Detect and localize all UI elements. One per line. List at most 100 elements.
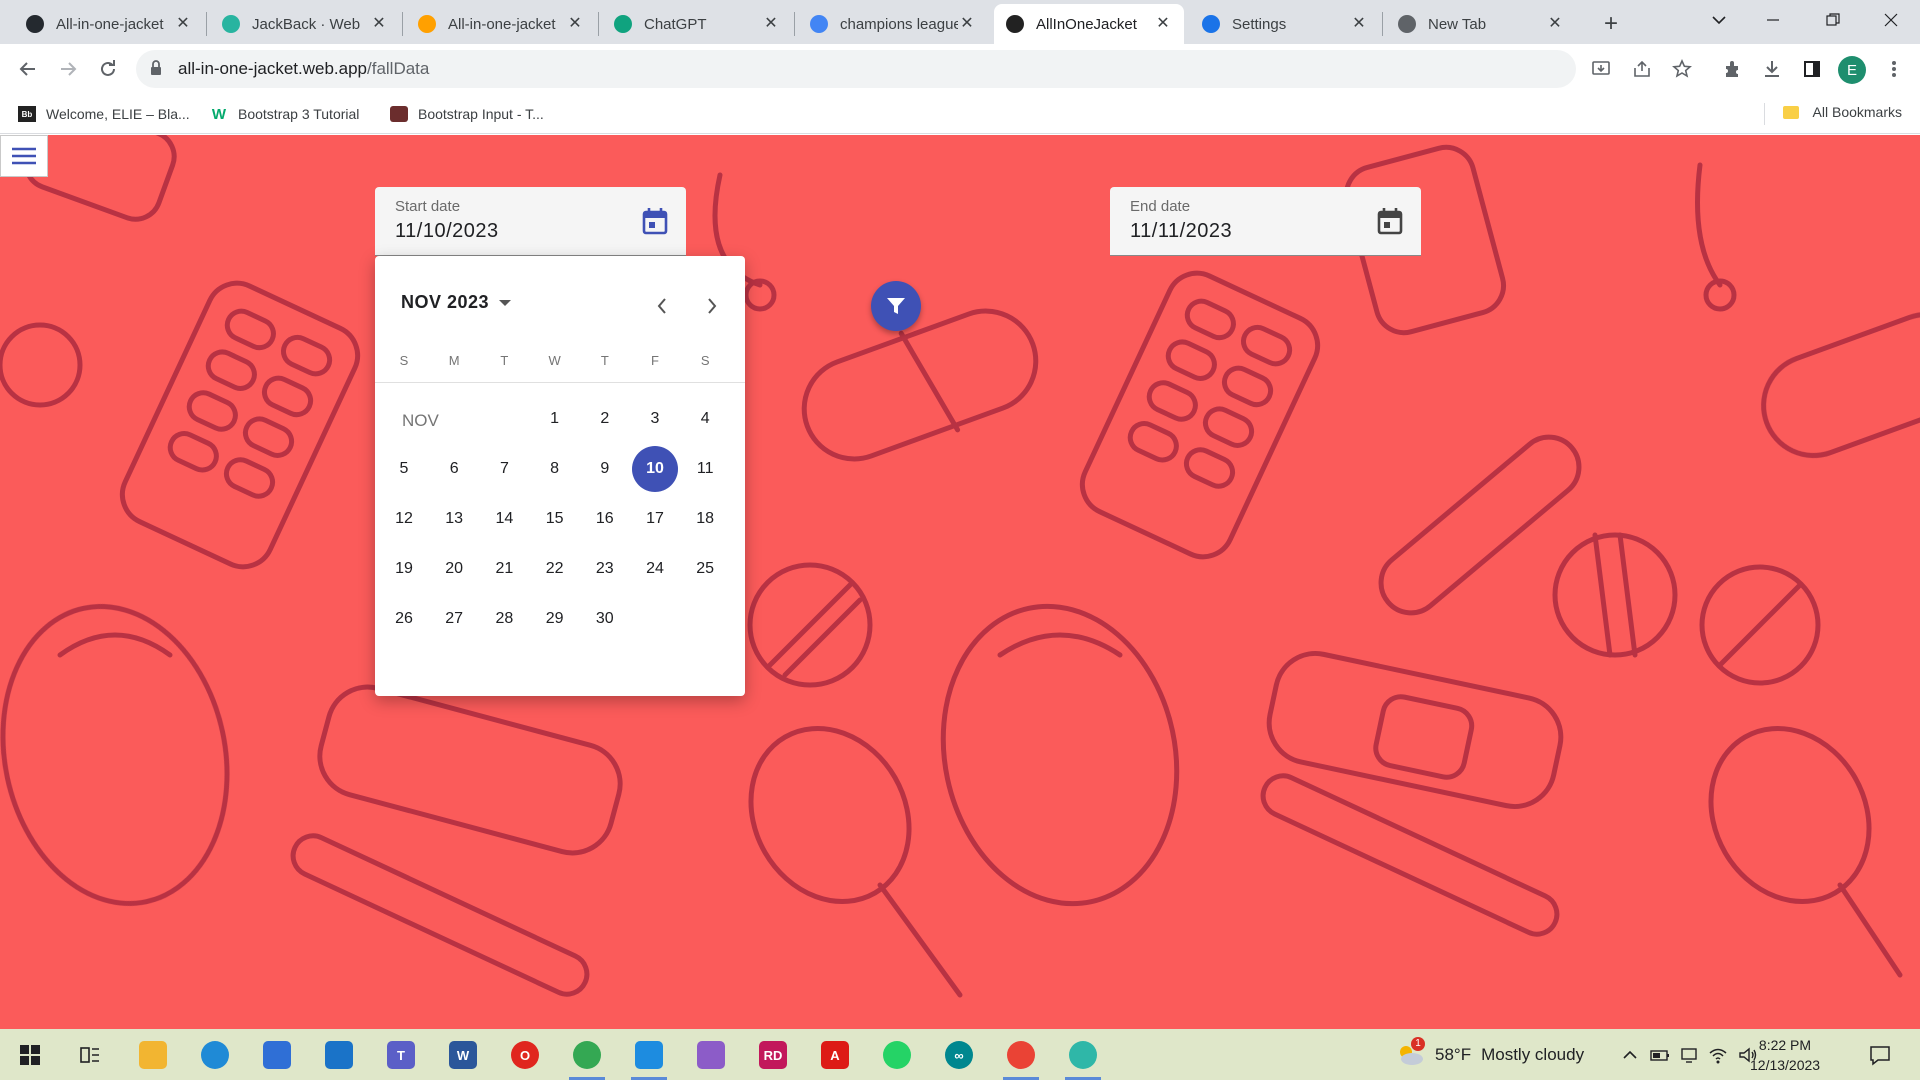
browser-tab[interactable]: JackBack · Web ✕ <box>210 4 400 44</box>
all-bookmarks-button[interactable]: All Bookmarks <box>1782 104 1902 120</box>
new-tab-button[interactable]: + <box>1596 4 1626 44</box>
back-icon[interactable] <box>12 53 44 85</box>
calendar-icon[interactable] <box>1377 207 1403 235</box>
day-cell[interactable]: 23 <box>582 546 628 592</box>
battery-icon[interactable] <box>1650 1047 1670 1063</box>
close-tab-icon[interactable]: ✕ <box>370 15 388 33</box>
wifi-icon[interactable] <box>1708 1046 1728 1064</box>
taskbar-app-button[interactable] <box>1063 1035 1103 1080</box>
close-tab-icon[interactable]: ✕ <box>174 15 192 33</box>
close-tab-icon[interactable]: ✕ <box>762 15 780 33</box>
day-cell[interactable]: 5 <box>381 446 427 492</box>
weather-widget[interactable]: 1 58°F Mostly cloudy <box>1395 1029 1584 1080</box>
taskbar-app-button[interactable] <box>1001 1035 1041 1080</box>
bookmark-blackboard[interactable]: Bb Welcome, ELIE – Bla... <box>18 104 190 124</box>
filter-button[interactable] <box>871 281 921 331</box>
day-cell[interactable]: 30 <box>582 596 628 642</box>
browser-tab[interactable]: All-in-one-jacket ✕ <box>406 4 596 44</box>
taskbar-app-button[interactable] <box>691 1035 731 1075</box>
side-panel-icon[interactable] <box>1796 53 1828 85</box>
tab-search-icon[interactable] <box>1696 0 1742 40</box>
day-cell[interactable]: 14 <box>481 496 527 542</box>
bookmark-tutorialspoint[interactable]: Bootstrap Input - T... <box>390 104 544 124</box>
restore-icon[interactable] <box>1810 0 1856 40</box>
browser-tab[interactable]: AllInOneJacket ✕ <box>994 4 1184 44</box>
day-cell[interactable]: 6 <box>431 446 477 492</box>
taskbar-app-button[interactable]: T <box>381 1035 421 1075</box>
close-tab-icon[interactable]: ✕ <box>1350 15 1368 33</box>
day-cell[interactable]: 9 <box>582 446 628 492</box>
close-tab-icon[interactable]: ✕ <box>958 15 976 33</box>
day-cell[interactable]: 3 <box>632 396 678 442</box>
browser-tab[interactable]: Settings ✕ <box>1190 4 1380 44</box>
day-cell[interactable]: 2 <box>582 396 628 442</box>
day-cell[interactable]: 1 <box>532 396 578 442</box>
install-app-icon[interactable] <box>1585 53 1617 85</box>
day-cell[interactable]: 8 <box>532 446 578 492</box>
end-date-field[interactable]: End date 11/11/2023 <box>1110 187 1421 256</box>
bookmark-w3schools[interactable]: W Bootstrap 3 Tutorial <box>210 104 360 124</box>
display-icon[interactable] <box>1680 1046 1698 1064</box>
taskbar-app-button[interactable] <box>195 1035 235 1075</box>
taskbar-app-button[interactable]: W <box>443 1035 483 1075</box>
taskbar-app-button[interactable] <box>319 1035 359 1075</box>
day-cell[interactable]: 13 <box>431 496 477 542</box>
day-cell[interactable]: 15 <box>532 496 578 542</box>
browser-tab[interactable]: New Tab ✕ <box>1386 4 1576 44</box>
day-cell[interactable]: 29 <box>532 596 578 642</box>
day-cell[interactable]: 12 <box>381 496 427 542</box>
downloads-icon[interactable] <box>1756 53 1788 85</box>
bookmark-star-icon[interactable] <box>1666 53 1698 85</box>
chevron-up-icon[interactable] <box>1622 1047 1638 1063</box>
calendar-icon[interactable] <box>642 207 668 235</box>
next-month-button[interactable] <box>698 292 726 320</box>
taskbar-app-button[interactable] <box>567 1035 607 1080</box>
day-cell[interactable]: 20 <box>431 546 477 592</box>
day-cell[interactable]: 26 <box>381 596 427 642</box>
day-cell[interactable]: 4 <box>682 396 728 442</box>
close-window-icon[interactable] <box>1868 0 1914 40</box>
taskbar-app-button[interactable] <box>257 1035 297 1075</box>
hamburger-menu-button[interactable] <box>0 135 48 177</box>
period-selector-button[interactable]: NOV 2023 <box>401 292 512 313</box>
taskbar-app-button[interactable]: A <box>815 1035 855 1075</box>
close-tab-icon[interactable]: ✕ <box>1546 15 1564 33</box>
address-bar[interactable]: all-in-one-jacket.web.app/fallData <box>136 50 1576 88</box>
day-cell[interactable]: 7 <box>481 446 527 492</box>
taskbar-app-button[interactable] <box>877 1035 917 1075</box>
day-cell[interactable]: 24 <box>632 546 678 592</box>
browser-tab[interactable]: champions league ✕ <box>798 4 988 44</box>
day-cell[interactable]: 27 <box>431 596 477 642</box>
taskbar-app-button[interactable]: O <box>505 1035 545 1075</box>
clock[interactable]: 8:22 PM 12/13/2023 <box>1750 1035 1820 1075</box>
more-menu-icon[interactable] <box>1878 53 1910 85</box>
day-cell[interactable]: 16 <box>582 496 628 542</box>
taskbar-app-button[interactable] <box>133 1035 173 1075</box>
previous-month-button[interactable] <box>648 292 676 320</box>
browser-tab[interactable]: All-in-one-jacket ✕ <box>14 4 204 44</box>
start-button[interactable] <box>10 1035 50 1075</box>
forward-icon[interactable] <box>52 53 84 85</box>
task-view-button[interactable] <box>70 1035 110 1075</box>
day-cell[interactable]: 17 <box>632 496 678 542</box>
selected-day-cell[interactable]: 10 <box>632 446 678 492</box>
notifications-button[interactable] <box>1860 1035 1900 1075</box>
taskbar-app-button[interactable]: RD <box>753 1035 793 1075</box>
browser-tab[interactable]: ChatGPT ✕ <box>602 4 792 44</box>
close-tab-icon[interactable]: ✕ <box>566 15 584 33</box>
day-cell[interactable]: 18 <box>682 496 728 542</box>
day-cell[interactable]: 21 <box>481 546 527 592</box>
end-date-input[interactable]: 11/11/2023 <box>1130 220 1232 243</box>
taskbar-app-button[interactable]: ∞ <box>939 1035 979 1075</box>
minimize-icon[interactable] <box>1750 0 1796 40</box>
reload-icon[interactable] <box>92 53 124 85</box>
profile-avatar[interactable]: E <box>1838 56 1866 84</box>
close-tab-icon[interactable]: ✕ <box>1154 15 1172 33</box>
start-date-input[interactable]: 11/10/2023 <box>395 220 499 243</box>
day-cell[interactable]: 22 <box>532 546 578 592</box>
day-cell[interactable]: 11 <box>682 446 728 492</box>
start-date-field[interactable]: Start date 11/10/2023 <box>375 187 686 256</box>
taskbar-app-button[interactable] <box>629 1035 669 1080</box>
day-cell[interactable]: 19 <box>381 546 427 592</box>
share-icon[interactable] <box>1626 53 1658 85</box>
